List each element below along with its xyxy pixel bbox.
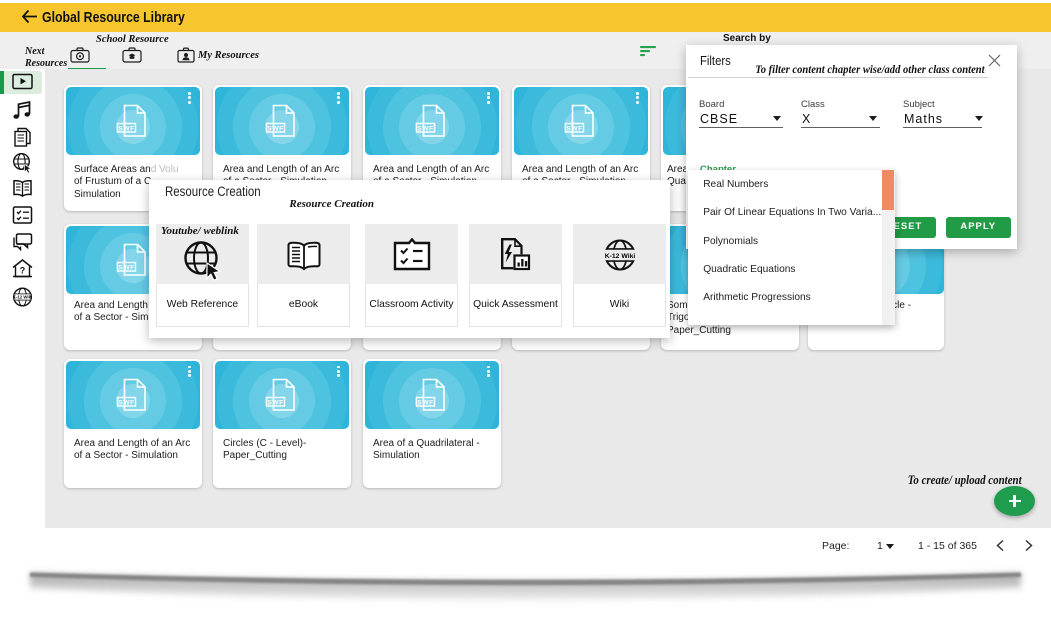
svg-text:SWF: SWF — [118, 264, 135, 271]
svg-text:SWF: SWF — [566, 125, 583, 132]
svg-text:SWF: SWF — [267, 399, 284, 406]
svg-text:K-12 Wiki: K-12 Wiki — [605, 253, 636, 260]
svg-text:SWF: SWF — [118, 399, 135, 406]
svg-text:SWF: SWF — [417, 125, 434, 132]
svg-text:SWF: SWF — [267, 125, 284, 132]
svg-text:K-12 Wiki: K-12 Wiki — [13, 295, 32, 300]
svg-text:SWF: SWF — [417, 399, 434, 406]
svg-text:?: ? — [20, 266, 26, 276]
svg-text:SWF: SWF — [118, 125, 135, 132]
